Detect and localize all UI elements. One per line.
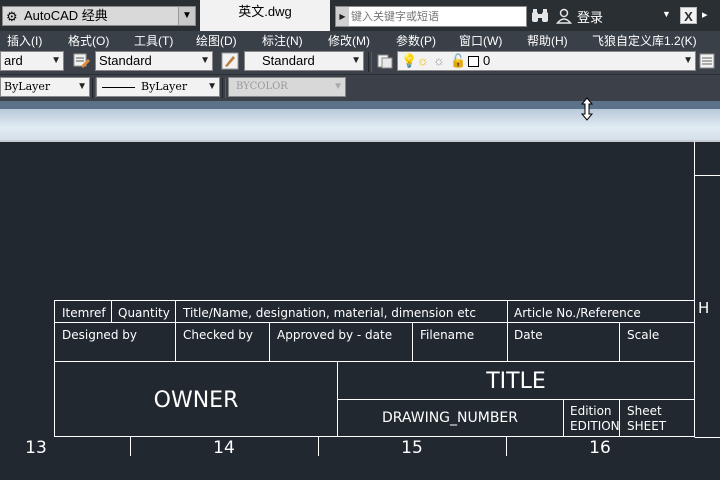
chevron-down-icon: ▼ [200, 55, 210, 66]
ribbon-panel [0, 109, 720, 140]
login-link[interactable]: 登录 [577, 7, 603, 26]
toolbar-separator [368, 52, 372, 72]
table-style-dropdown[interactable]: Standard ▼ [244, 51, 364, 71]
grid-column-15: 15 [401, 438, 423, 458]
ribbon-border [0, 101, 720, 109]
cell-filename: Filename [420, 328, 474, 342]
workspace-label: AutoCAD 经典 [24, 8, 108, 23]
cell-checked-by: Checked by [183, 328, 253, 342]
binoculars-icon[interactable] [531, 8, 549, 24]
cell-quantity: Quantity [118, 306, 170, 320]
menu-parametric[interactable]: 参数(P) [396, 32, 436, 49]
text-style-dropdown[interactable]: ard ▼ [0, 51, 64, 71]
grid-column-16: 16 [589, 438, 611, 458]
owner-text: OWNER [154, 388, 239, 413]
menu-help[interactable]: 帮助(H) [527, 32, 568, 49]
drawing-canvas[interactable]: Itemref Quantity Title/Name, designation… [0, 140, 720, 480]
viewport-freeze-icon: ☼ [433, 53, 445, 68]
sheet-value: SHEET [627, 419, 667, 433]
title-text: TITLE [485, 369, 546, 394]
workspace-dropdown[interactable]: ⚙ AutoCAD 经典 ▼ [2, 6, 196, 26]
menu-modify[interactable]: 修改(M) [328, 32, 370, 49]
cell-designed-by: Designed by [62, 328, 137, 342]
cell-approved-by: Approved by - date [277, 328, 392, 342]
cell-article-no: Article No./Reference [514, 306, 641, 320]
dimension-style-dropdown[interactable]: Standard ▼ [95, 51, 213, 71]
expand-search-icon[interactable]: ▶ [336, 7, 349, 26]
document-title: 英文.dwg [200, 0, 330, 31]
cell-scale: Scale [627, 328, 659, 342]
exchange-apps-icon[interactable]: X [680, 7, 697, 24]
table-style-icon[interactable] [221, 52, 239, 70]
chevron-down-icon: ▼ [51, 55, 61, 66]
gear-icon: ⚙ [6, 9, 18, 24]
color-dropdown[interactable]: ByLayer ▼ [0, 77, 90, 97]
layer-name: 0 [483, 53, 491, 68]
layer-dropdown[interactable]: 💡 ☼ ☼ 🔓 0 ▼ [397, 51, 696, 71]
drawing-svg: Itemref Quantity Title/Name, designation… [25, 140, 720, 458]
dimension-style-icon[interactable] [73, 52, 91, 70]
lineweight-dropdown[interactable]: BYCOLOR ▼ [228, 77, 346, 97]
cell-title-name: Title/Name, designation, material, dimen… [182, 306, 476, 320]
chevron-down-icon: ▼ [207, 81, 217, 92]
menu-custom-library[interactable]: 飞狼自定义库1.2(K) [592, 32, 697, 49]
canvas-border [0, 140, 720, 142]
lightbulb-icon: 💡 [401, 53, 418, 68]
layer-states-icon[interactable] [699, 52, 717, 70]
chevron-down-icon: ▼ [77, 81, 87, 92]
vertical-resize-cursor-icon[interactable] [580, 97, 594, 121]
styles-toolbar: ard ▼ Standard ▼ Standard ▼ 💡 ☼ ☼ 🔓 0 ▼ [0, 49, 720, 75]
grid-column-13: 13 [25, 438, 47, 458]
lock-icon: 🔓 [450, 53, 467, 68]
chevron-down-icon: ▼ [351, 55, 361, 66]
menu-window[interactable]: 窗口(W) [459, 32, 502, 49]
menu-insert[interactable]: 插入(I) [7, 32, 42, 49]
sun-icon: ☼ [417, 53, 429, 68]
search-box[interactable]: ▶ [335, 6, 527, 27]
menu-tools[interactable]: 工具(T) [134, 32, 173, 49]
toolbar-separator [222, 78, 226, 98]
properties-toolbar: ByLayer ▼ ByLayer ▼ BYCOLOR ▼ [0, 75, 720, 101]
layer-properties-icon[interactable] [376, 52, 394, 70]
login-chevron-icon[interactable]: ▼ [662, 9, 671, 19]
chevron-down-icon[interactable]: ▼ [178, 7, 195, 25]
menu-dimension[interactable]: 标注(N) [262, 32, 303, 49]
menu-bar: 插入(I) 格式(O) 工具(T) 绘图(D) 标注(N) 修改(M) 参数(P… [0, 31, 720, 49]
sheet-label: Sheet [627, 404, 662, 418]
linetype-dropdown[interactable]: ByLayer ▼ [96, 77, 220, 97]
cell-date: Date [514, 328, 543, 342]
menu-draw[interactable]: 绘图(D) [196, 32, 237, 49]
edition-label: Edition [570, 404, 612, 418]
grid-column-14: 14 [213, 438, 235, 458]
linetype-preview [102, 87, 135, 88]
edition-value: EDITION [570, 419, 620, 433]
drawing-number-text: DRAWING_NUMBER [382, 410, 518, 426]
grid-row-letter: H [698, 299, 709, 317]
chevron-down-icon: ▼ [333, 81, 343, 92]
layer-color-swatch [468, 56, 479, 67]
user-icon[interactable] [556, 8, 572, 24]
menu-format[interactable]: 格式(O) [68, 32, 109, 49]
help-chevron-icon[interactable]: ▸ [702, 8, 708, 21]
chevron-down-icon: ▼ [683, 55, 693, 66]
cell-itemref: Itemref [62, 306, 106, 320]
search-input[interactable] [351, 7, 523, 26]
